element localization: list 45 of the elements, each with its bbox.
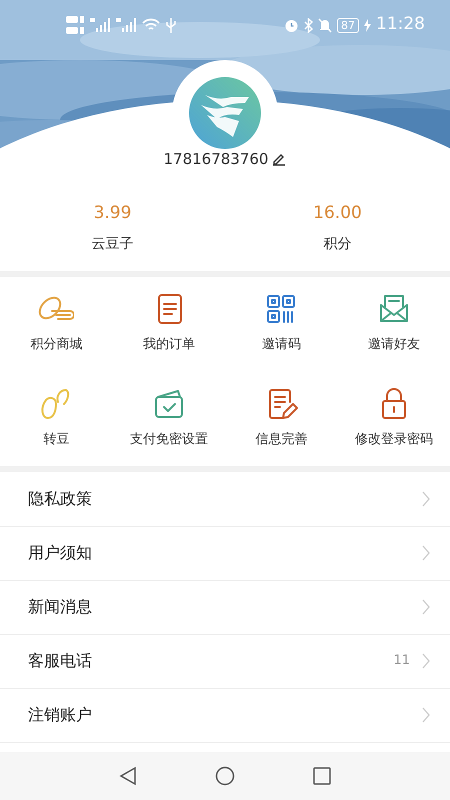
chevron-right-icon — [422, 490, 430, 506]
phone-number: 17816783760 — [164, 149, 268, 170]
stat-label: 云豆子 — [92, 235, 134, 254]
feature-button[interactable]: 我的订单 — [112, 290, 225, 370]
feature-button[interactable]: 信息完善 — [225, 386, 338, 466]
charging-icon — [364, 18, 371, 32]
usb-icon — [166, 18, 176, 32]
home-icon[interactable] — [215, 766, 235, 786]
signal-icon — [116, 18, 136, 32]
menu-row[interactable]: 隐私政策 — [0, 472, 450, 526]
clock-time: 11:28 — [376, 13, 425, 36]
menu-detail: 11 — [393, 652, 410, 670]
chevron-right-icon — [422, 545, 430, 561]
sim-icon — [66, 14, 84, 36]
chevron-right-icon — [422, 599, 430, 615]
chevron-right-icon — [422, 653, 430, 669]
stat-label: 积分 — [324, 235, 352, 254]
stat-value: 3.99 — [94, 202, 132, 224]
edit-icon[interactable] — [272, 152, 286, 166]
menu-label: 新闻消息 — [28, 596, 92, 618]
menu-row[interactable]: 注销账户 — [0, 688, 450, 742]
menu-label: 客服电话 — [28, 650, 92, 672]
back-icon[interactable] — [119, 766, 137, 786]
menu-row[interactable]: 新闻消息 — [0, 580, 450, 634]
feature-button[interactable]: 转豆 — [0, 386, 112, 466]
muted-bell-icon — [318, 18, 332, 32]
feature-button[interactable]: 积分商城 — [0, 290, 112, 370]
menu-label: 隐私政策 — [28, 488, 92, 510]
menu-label: 用户须知 — [28, 542, 92, 564]
stat-value: 16.00 — [313, 202, 362, 224]
chevron-right-icon — [422, 707, 430, 723]
alarm-icon — [284, 18, 299, 32]
bluetooth-icon — [304, 18, 313, 32]
feature-button[interactable]: 邀请码 — [225, 290, 338, 370]
feature-button[interactable]: 邀请好友 — [338, 290, 450, 370]
app-logo — [189, 77, 261, 149]
signal-icon — [90, 18, 110, 32]
recents-icon[interactable] — [313, 767, 331, 785]
feature-button[interactable]: 修改登录密码 — [338, 386, 450, 466]
menu-label: 注销账户 — [28, 704, 92, 726]
menu-row[interactable]: 用户须知 — [0, 526, 450, 580]
menu-row[interactable]: 客服电话 11 — [0, 634, 450, 688]
wifi-icon — [142, 18, 160, 32]
feature-button[interactable]: 支付免密设置 — [112, 386, 225, 466]
battery-indicator: 87 — [337, 18, 359, 32]
